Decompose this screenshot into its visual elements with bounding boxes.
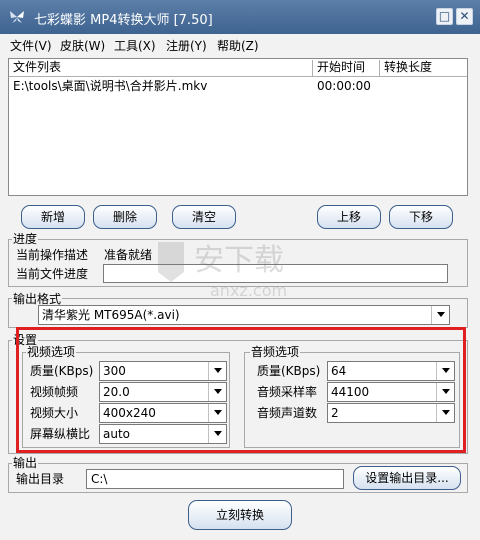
- file-list-header: 文件列表 开始时间 转换长度: [9, 59, 467, 77]
- app-window: 七彩蝶影 MP4转换大师 [7.50] □ ✕ 文件(V) 皮肤(W) 工具(X…: [0, 0, 480, 540]
- delete-button[interactable]: 删除: [93, 205, 157, 229]
- menu-file[interactable]: 文件(V): [10, 37, 52, 54]
- output-group-label: 输出: [12, 456, 39, 470]
- chevron-down-icon[interactable]: [431, 306, 449, 324]
- output-format-value: 清华紫光 MT695A(*.avi): [42, 308, 180, 322]
- menu-help[interactable]: 帮助(Z): [217, 37, 259, 54]
- convert-now-button[interactable]: 立刻转换: [188, 500, 292, 530]
- start-time-cell: 00:00:00: [317, 79, 371, 93]
- file-list[interactable]: 文件列表 开始时间 转换长度 E:\tools\桌面\说明书\合并影片.mkv …: [8, 58, 468, 196]
- watermark-logo: 安下载 anxz.com: [150, 236, 330, 306]
- current-file-progress-label: 当前文件进度: [16, 267, 89, 281]
- butterfly-icon: [10, 11, 24, 23]
- output-dir-label: 输出目录: [16, 472, 65, 486]
- file-path-cell: E:\tools\桌面\说明书\合并影片.mkv: [13, 79, 208, 93]
- column-start-time[interactable]: 开始时间: [313, 59, 379, 77]
- current-operation-value: 准备就绪: [104, 248, 153, 262]
- title-bar: 七彩蝶影 MP4转换大师 [7.50] □ ✕: [0, 0, 480, 34]
- close-button[interactable]: ✕: [456, 8, 473, 25]
- table-row[interactable]: E:\tools\桌面\说明书\合并影片.mkv 00:00:00: [9, 78, 467, 95]
- move-up-button[interactable]: 上移: [317, 205, 381, 229]
- menu-register[interactable]: 注册(Y): [166, 37, 207, 54]
- add-button[interactable]: 新增: [21, 205, 85, 229]
- output-format-select[interactable]: 清华紫光 MT695A(*.avi): [38, 305, 450, 325]
- menu-bar: 文件(V) 皮肤(W) 工具(X) 注册(Y) 帮助(Z): [0, 34, 480, 56]
- output-format-group-label: 输出格式: [12, 292, 63, 306]
- move-down-button[interactable]: 下移: [389, 205, 453, 229]
- column-file-list[interactable]: 文件列表: [9, 59, 309, 77]
- output-dir-field[interactable]: C:\: [86, 469, 344, 489]
- current-operation-label: 当前操作描述: [16, 248, 89, 262]
- column-convert-length[interactable]: 转换长度: [380, 59, 467, 77]
- clear-button[interactable]: 清空: [172, 205, 236, 229]
- minimize-button[interactable]: □: [436, 8, 453, 25]
- window-title: 七彩蝶影 MP4转换大师 [7.50]: [34, 13, 213, 28]
- menu-skin[interactable]: 皮肤(W): [60, 37, 105, 54]
- progress-group-label: 进度: [12, 232, 39, 246]
- menu-tools[interactable]: 工具(X): [114, 37, 156, 54]
- highlight-box: [16, 327, 466, 453]
- set-output-dir-button[interactable]: 设置输出目录...: [353, 466, 461, 490]
- shield-icon: 安下载 anxz.com: [158, 242, 287, 300]
- watermark-text: 安下载: [194, 243, 284, 278]
